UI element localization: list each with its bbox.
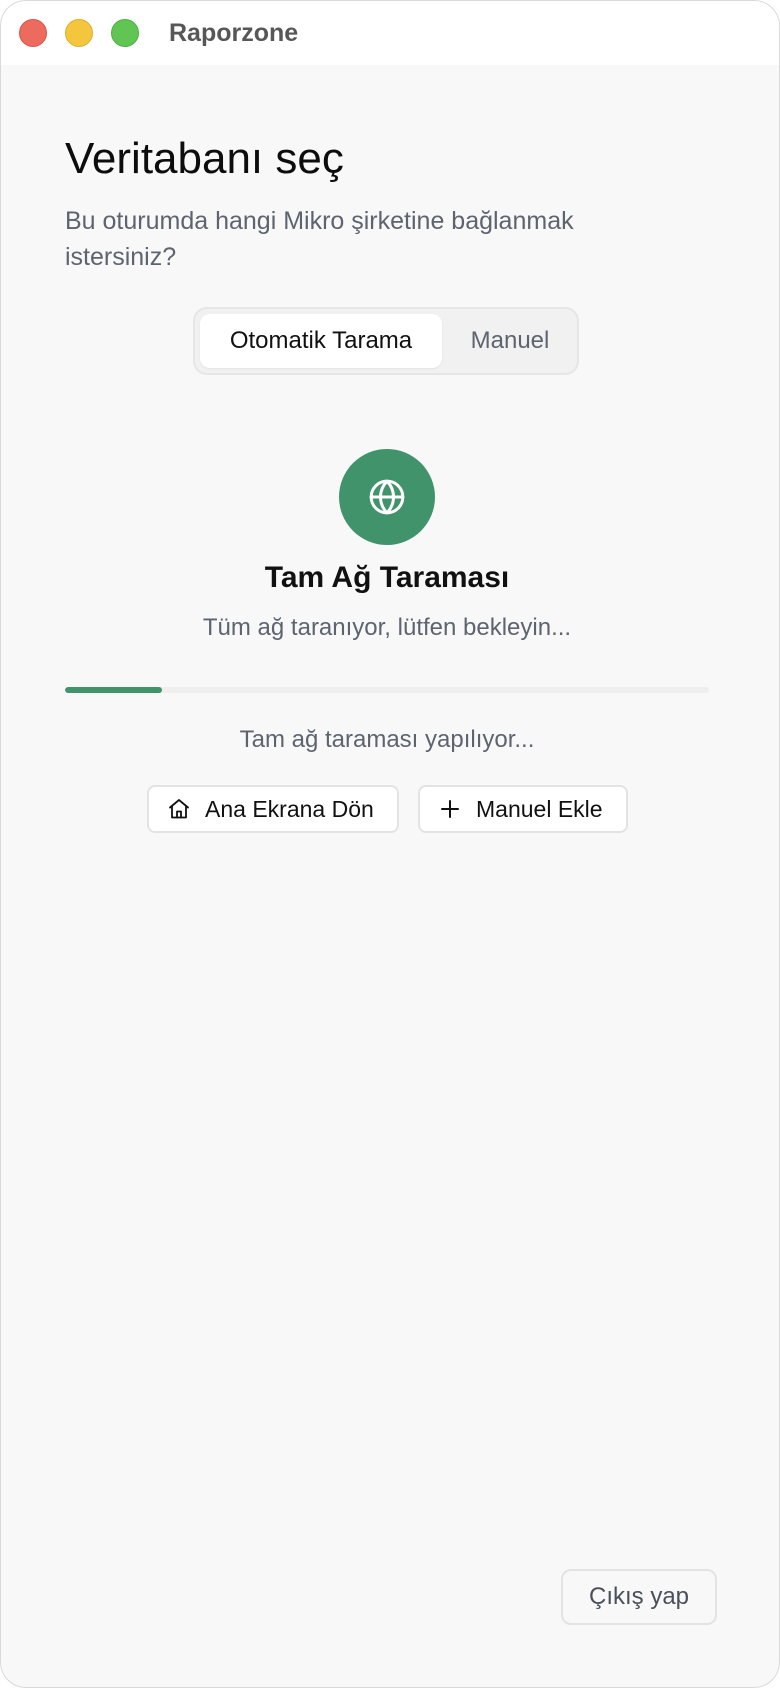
page-subtitle: Bu oturumda hangi Mikro şirketine bağlan… — [65, 207, 574, 271]
maximize-window-button[interactable] — [111, 19, 139, 47]
scan-progress-bar — [65, 687, 709, 693]
back-to-home-label: Ana Ekrana Dön — [205, 796, 374, 822]
plus-icon — [441, 800, 459, 818]
app-title: Raporzone — [169, 19, 299, 47]
add-manual-button[interactable]: Manuel Ekle — [418, 785, 628, 833]
scan-status-text: Tam ağ taraması yapılıyor... — [239, 726, 535, 753]
app-window: Raporzone Veritabanı seç Bu oturumda han… — [0, 0, 780, 1688]
tab-manual[interactable]: Manuel — [447, 314, 573, 368]
home-icon — [169, 799, 189, 819]
globe-icon — [369, 479, 405, 515]
scan-title: Tam Ağ Taraması — [264, 561, 510, 594]
add-manual-label: Manuel Ekle — [476, 796, 603, 822]
page-title: Veritabanı seç — [65, 134, 344, 183]
tab-auto-scan[interactable]: Otomatik Tarama — [200, 314, 442, 368]
logout-button[interactable]: Çıkış yap — [561, 1569, 717, 1625]
scan-status-badge — [339, 449, 435, 545]
close-window-button[interactable] — [19, 19, 47, 47]
scan-description: Tüm ağ taranıyor, lütfen bekleyin... — [202, 614, 572, 641]
title-bar: Raporzone — [1, 1, 779, 65]
mode-switch: Otomatik Tarama Manuel — [193, 307, 579, 375]
back-to-home-button[interactable]: Ana Ekrana Dön — [147, 785, 399, 833]
minimize-window-button[interactable] — [65, 19, 93, 47]
scan-progress-fill — [65, 687, 162, 693]
